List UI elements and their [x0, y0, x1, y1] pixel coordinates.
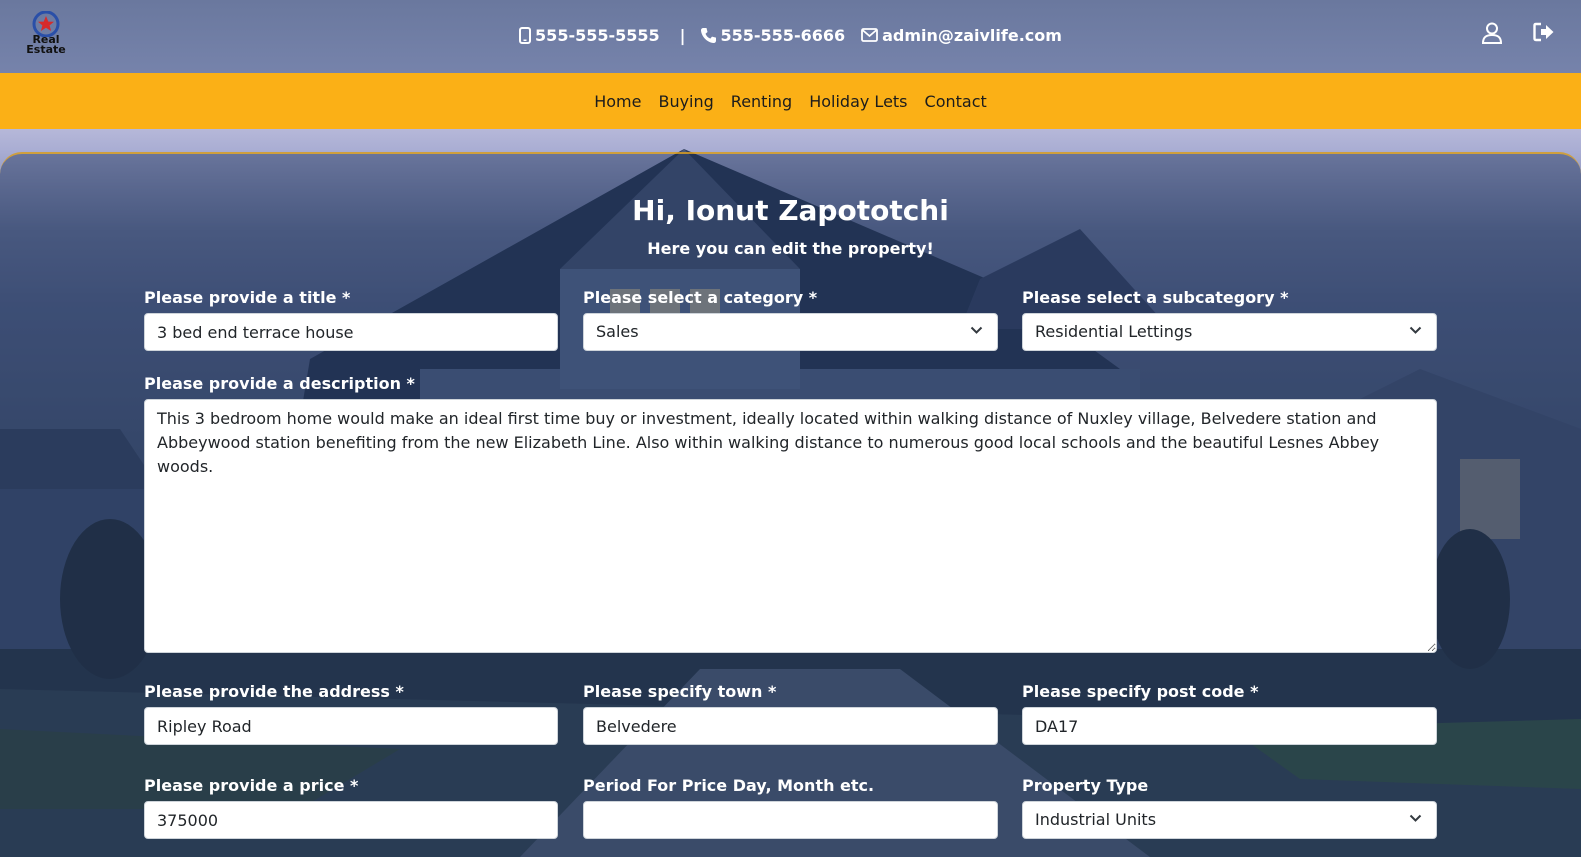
category-select[interactable]: Sales: [583, 313, 998, 351]
title-input[interactable]: [144, 313, 558, 351]
category-label: Please select a category *: [583, 288, 818, 307]
chevron-down-icon: [1409, 326, 1422, 334]
subcategory-label: Please select a subcategory *: [1022, 288, 1289, 307]
nav-renting[interactable]: Renting: [731, 92, 792, 111]
town-field-group: Please specify town *: [583, 681, 998, 745]
phone-contact[interactable]: 555-555-6666: [700, 25, 846, 45]
email-contact[interactable]: admin@zaivlife.com: [861, 26, 1062, 45]
email-address: admin@zaivlife.com: [882, 25, 1062, 45]
nav-buying[interactable]: Buying: [658, 92, 713, 111]
envelope-icon: [861, 28, 879, 42]
postcode-label: Please specify post code *: [1022, 682, 1259, 701]
subcategory-field-group: Please select a subcategory * Residentia…: [1022, 287, 1437, 351]
subcategory-select[interactable]: Residential Lettings: [1022, 313, 1437, 351]
period-input[interactable]: [583, 801, 998, 839]
address-label: Please provide the address *: [144, 682, 404, 701]
greeting-subtitle: Here you can edit the property!: [647, 239, 934, 258]
category-selected-value: Sales: [596, 322, 639, 341]
sign-out-icon[interactable]: [1533, 22, 1555, 42]
title-label: Please provide a title *: [144, 288, 351, 307]
mobile-contact[interactable]: 555-555-5555: [519, 26, 660, 45]
subcategory-selected-value: Residential Lettings: [1035, 322, 1193, 341]
town-input[interactable]: [583, 707, 998, 745]
category-field-group: Please select a category * Sales: [583, 287, 998, 351]
address-input[interactable]: [144, 707, 558, 745]
price-input[interactable]: [144, 801, 558, 839]
contact-separator: |: [679, 25, 686, 45]
main-nav: Home Buying Renting Holiday Lets Contact: [0, 73, 1581, 129]
period-label: Period For Price Day, Month etc.: [583, 776, 875, 795]
price-field-group: Please provide a price *: [144, 775, 558, 839]
user-icon[interactable]: [1481, 22, 1503, 44]
postcode-field-group: Please specify post code *: [1022, 681, 1437, 745]
price-label: Please provide a price *: [144, 776, 359, 795]
property-type-select[interactable]: Industrial Units: [1022, 801, 1437, 839]
postcode-input[interactable]: [1022, 707, 1437, 745]
description-textarea[interactable]: [144, 399, 1437, 653]
property-type-label: Property Type: [1022, 776, 1149, 795]
description-field-group: Please provide a description *: [144, 373, 1437, 653]
contact-info: 555-555-5555 | 555-555-6666 admin@zaivli…: [0, 22, 1581, 48]
mobile-number: 555-555-5555: [535, 25, 660, 45]
nav-home[interactable]: Home: [594, 92, 641, 111]
property-type-selected-value: Industrial Units: [1035, 810, 1157, 829]
period-field-group: Period For Price Day, Month etc.: [583, 775, 998, 839]
mobile-icon: [519, 26, 532, 44]
greeting-heading: Hi, Ionut Zapototchi: [632, 194, 949, 227]
nav-holiday-lets[interactable]: Holiday Lets: [809, 92, 907, 111]
account-actions: [1481, 22, 1555, 44]
title-field-group: Please provide a title *: [144, 287, 558, 351]
phone-icon: [700, 27, 716, 43]
property-type-field-group: Property Type Industrial Units: [1022, 775, 1437, 839]
town-label: Please specify town *: [583, 682, 777, 701]
chevron-down-icon: [970, 326, 983, 334]
chevron-down-icon: [1409, 814, 1422, 822]
nav-contact[interactable]: Contact: [925, 92, 987, 111]
top-bar: Real Estate 555-555-5555 | 555-555-6666 …: [0, 0, 1581, 73]
description-label: Please provide a description *: [144, 374, 415, 393]
address-field-group: Please provide the address *: [144, 681, 558, 745]
phone-number: 555-555-6666: [720, 25, 846, 45]
